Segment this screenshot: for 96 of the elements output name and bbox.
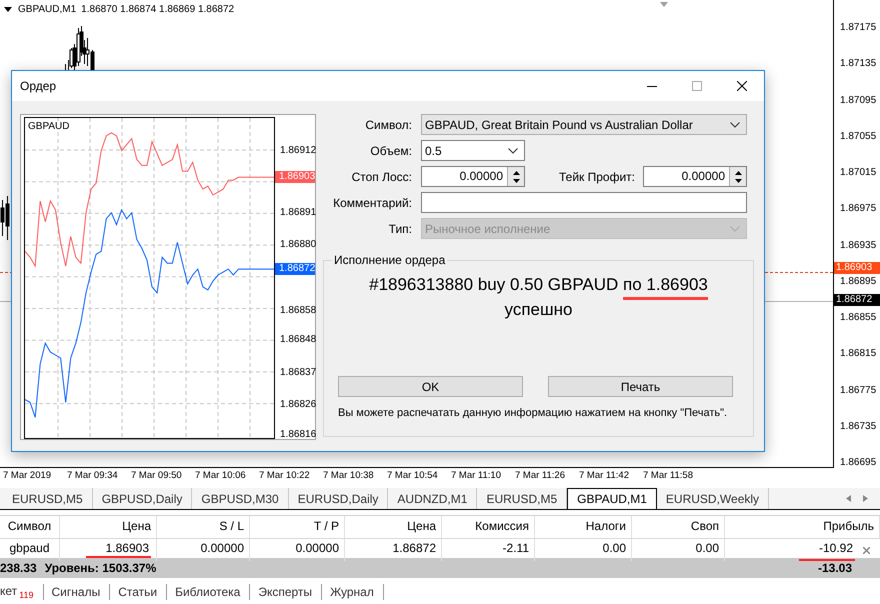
- price-label: 1.86735: [840, 420, 876, 433]
- chevron-down-icon: [508, 148, 518, 154]
- spin-arrows-icon: [734, 170, 742, 182]
- shift-marker-icon[interactable]: [660, 2, 668, 7]
- margin-level-text: Уровень: 1503.37%: [44, 561, 156, 575]
- price-label: 1.86775: [840, 384, 876, 396]
- time-label: 7 Mar 10:22: [259, 470, 311, 480]
- price-label: 1.86837: [280, 366, 316, 379]
- time-label: 7 Mar 10:06: [195, 470, 247, 480]
- time-label: 7 Mar 11:58: [643, 470, 694, 480]
- count-label: 119: [19, 590, 34, 600]
- chart-ohlc: 1.86870 1.86874 1.86869 1.86872: [81, 4, 234, 15]
- field-label: Символ:: [364, 118, 412, 132]
- print-hint: Вы можете распечатать данную информацию нажатием на кнопку "Печать".: [338, 407, 728, 419]
- price-label: 1.86880: [280, 239, 316, 252]
- price-label: 1.86891: [280, 206, 316, 219]
- price-label: 1.86815: [840, 348, 876, 360]
- column-header[interactable]: Символ: [0, 516, 60, 538]
- stop-loss-field[interactable]: 0.00000: [421, 166, 525, 187]
- time-label: 7 Mar 2019: [3, 470, 52, 480]
- price-label: 1.86912: [280, 144, 316, 157]
- spin-arrows-icon: [512, 170, 520, 182]
- triangle-down-icon[interactable]: [4, 7, 12, 12]
- column-header[interactable]: Прибыль: [725, 516, 880, 538]
- column-header[interactable]: Цена: [345, 516, 442, 538]
- total-profit: -13.03: [818, 561, 853, 575]
- price-label: 1.86826: [280, 399, 316, 412]
- price-label: 1.87175: [840, 22, 876, 34]
- chart-tab[interactable]: GBPUSD,Daily: [92, 488, 192, 509]
- chart-tab[interactable]: GBPUSD,M30: [192, 488, 289, 509]
- column-header[interactable]: S / L: [157, 516, 250, 538]
- price-label: 1.86848: [280, 334, 316, 346]
- chart-tab[interactable]: EURUSD,Weekly: [656, 488, 770, 509]
- terminal-tab[interactable]: Сигналы: [52, 584, 110, 600]
- comment-field[interactable]: [421, 192, 747, 213]
- price-label: 1.86855: [840, 312, 876, 324]
- chart-tab[interactable]: AUDNZD,M1: [388, 488, 478, 509]
- column-header[interactable]: T / P: [250, 516, 345, 538]
- price-label: 1.87015: [840, 167, 876, 179]
- candlestick-drawing: [0, 196, 10, 242]
- volume-select[interactable]: 0.5: [421, 140, 525, 161]
- field-label: Тип:: [388, 222, 412, 236]
- time-label: 7 Mar 09:50: [131, 470, 183, 480]
- terminal-tab[interactable]: Журнал: [330, 584, 384, 600]
- terminal-tab[interactable]: кет $_{119}$: [0, 584, 44, 600]
- column-header[interactable]: Своп: [632, 516, 725, 538]
- terminal-tab[interactable]: Статьи: [118, 584, 168, 600]
- close-icon[interactable]: [863, 546, 870, 554]
- chevron-down-icon: [730, 122, 740, 128]
- price-label: 1.86858: [280, 304, 316, 317]
- field-label: Стоп Лосс:: [350, 170, 412, 184]
- maximize-icon: [692, 81, 702, 91]
- price-label: 1.86695: [840, 457, 876, 469]
- spinner-button[interactable]: [507, 167, 524, 186]
- bid-price-tag: 1.86872: [275, 263, 315, 276]
- chart-tab[interactable]: GBPAUD,M1: [567, 488, 657, 509]
- dialog-title: Ордер: [20, 79, 56, 93]
- terminal-tab[interactable]: Библиотека: [175, 584, 250, 600]
- price-label: 1.86975: [840, 203, 876, 216]
- ask-price-tag: 1.86903: [275, 171, 315, 184]
- field-label: Объем:: [369, 144, 412, 158]
- column-header[interactable]: Налоги: [535, 516, 632, 538]
- time-label: 7 Mar 11:26: [515, 470, 566, 480]
- close-icon: [736, 81, 746, 91]
- bid-price-tag: 1.86872: [834, 294, 880, 306]
- balance-text: 238.33: [0, 561, 37, 575]
- column-header[interactable]: Комиссия: [442, 516, 535, 538]
- time-label: 7 Mar 11:10: [451, 470, 502, 480]
- chart-symbol: GBPAUD,M1: [18, 4, 76, 15]
- dialog-button[interactable]: OK: [338, 376, 523, 397]
- scroll-left-icon[interactable]: [846, 495, 851, 502]
- chevron-down-icon: [730, 226, 740, 232]
- dialog-button[interactable]: Печать: [548, 376, 733, 397]
- time-label: 7 Mar 11:42: [579, 470, 630, 480]
- chart-symbol: GBPAUD: [28, 121, 70, 132]
- group-title: Исполнение ордера: [333, 253, 446, 267]
- time-label: 7 Mar 09:34: [67, 470, 119, 480]
- time-label: 7 Mar 10:54: [387, 470, 439, 480]
- field-label: Комментарий:: [332, 196, 412, 210]
- terminal-tab[interactable]: Эксперты: [258, 584, 322, 600]
- time-label: 7 Mar 10:38: [323, 470, 375, 480]
- chart-tab[interactable]: EURUSD,M5: [3, 488, 93, 509]
- take-profit-field[interactable]: 0.00000: [643, 166, 747, 187]
- symbol-select[interactable]: GBPAUD, Great Britain Pound vs Australian Dollar: [421, 114, 747, 135]
- price-label: 1.87095: [840, 94, 876, 106]
- chart-tab[interactable]: EURUSD,Daily: [288, 488, 388, 509]
- price-label: 1.87055: [840, 130, 876, 143]
- price-label: 1.86935: [840, 240, 876, 252]
- price-label: 1.87135: [840, 58, 876, 70]
- price-label: 1.86895: [840, 276, 876, 288]
- scroll-right-icon[interactable]: [863, 495, 868, 502]
- column-header[interactable]: Цена: [60, 516, 157, 538]
- price-label: 1.86816: [280, 429, 316, 442]
- ask-price-tag: 1.86903: [834, 262, 880, 274]
- field-label: Тейк Профит:: [558, 170, 636, 184]
- spinner-button[interactable]: [729, 167, 746, 186]
